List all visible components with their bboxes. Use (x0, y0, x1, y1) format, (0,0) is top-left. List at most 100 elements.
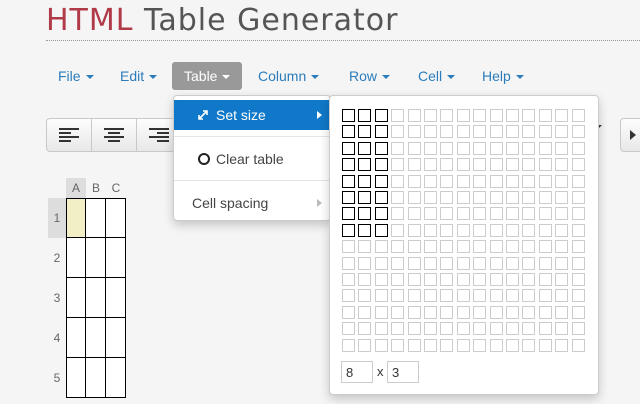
size-grid-cell[interactable] (374, 338, 388, 352)
size-grid-cell[interactable] (391, 256, 405, 270)
size-grid-cell[interactable] (456, 191, 470, 204)
size-grid-cell[interactable] (407, 305, 421, 319)
size-grid-cell[interactable] (522, 273, 536, 286)
size-grid-cell[interactable] (538, 191, 552, 204)
size-grid-cell[interactable] (424, 289, 437, 303)
size-grid-cell[interactable] (571, 158, 585, 172)
size-grid-cell[interactable] (506, 338, 519, 352)
size-grid-cell[interactable] (391, 240, 405, 254)
size-grid-cell[interactable] (358, 109, 372, 122)
size-grid-cell[interactable] (391, 289, 405, 303)
align-center-button[interactable] (91, 118, 137, 152)
size-grid-cell[interactable] (440, 158, 454, 172)
size-grid-cell[interactable] (538, 273, 552, 286)
size-grid-cell[interactable] (374, 223, 388, 237)
size-grid-cell[interactable] (407, 191, 421, 204)
size-grid-cell[interactable] (489, 174, 503, 188)
size-grid-cell[interactable] (424, 174, 437, 188)
size-grid-cell[interactable] (440, 191, 454, 204)
size-grid-cell[interactable] (407, 322, 421, 336)
table-cell-a4[interactable] (66, 318, 86, 358)
size-grid-cell[interactable] (506, 109, 519, 122)
size-grid-cell[interactable] (538, 256, 552, 270)
table-cell-a2[interactable] (66, 238, 86, 278)
size-grid-cell[interactable] (342, 174, 355, 188)
size-grid-cell[interactable] (506, 207, 519, 221)
size-grid-cell[interactable] (374, 141, 388, 155)
size-grid-cell[interactable] (374, 125, 388, 139)
size-grid-cell[interactable] (489, 109, 503, 122)
size-grid-cell[interactable] (456, 158, 470, 172)
size-grid-cell[interactable] (473, 305, 487, 319)
column-header-a[interactable]: A (66, 178, 86, 198)
size-grid-cell[interactable] (342, 141, 355, 155)
size-grid-cell[interactable] (456, 338, 470, 352)
size-grid-cell[interactable] (374, 191, 388, 204)
table-cell-b1[interactable] (86, 198, 106, 238)
size-grid-cell[interactable] (571, 109, 585, 122)
cols-input[interactable] (387, 361, 419, 383)
menu-help[interactable]: Help (470, 62, 536, 90)
size-grid-cell[interactable] (358, 141, 372, 155)
size-grid-cell[interactable] (555, 109, 569, 122)
size-grid-cell[interactable] (489, 338, 503, 352)
size-grid-cell[interactable] (538, 338, 552, 352)
size-grid-cell[interactable] (391, 141, 405, 155)
table-cell-a3[interactable] (66, 278, 86, 318)
size-grid-cell[interactable] (506, 158, 519, 172)
size-grid-cell[interactable] (555, 207, 569, 221)
size-grid-cell[interactable] (555, 174, 569, 188)
menu-item-set-size[interactable]: Set size (174, 100, 330, 130)
size-grid-cell[interactable] (456, 125, 470, 139)
size-grid-cell[interactable] (555, 223, 569, 237)
size-grid-cell[interactable] (456, 109, 470, 122)
size-grid-cell[interactable] (489, 256, 503, 270)
size-grid-cell[interactable] (489, 141, 503, 155)
size-grid-cell[interactable] (424, 191, 437, 204)
column-header-b[interactable]: B (86, 178, 106, 198)
size-grid-cell[interactable] (391, 109, 405, 122)
size-grid-cell[interactable] (407, 223, 421, 237)
size-grid-cell[interactable] (522, 109, 536, 122)
size-grid-cell[interactable] (342, 125, 355, 139)
size-grid-cell[interactable] (358, 338, 372, 352)
size-grid-cell[interactable] (342, 256, 355, 270)
size-grid-cell[interactable] (440, 109, 454, 122)
size-grid-cell[interactable] (473, 125, 487, 139)
size-grid-cell[interactable] (342, 338, 355, 352)
size-grid-cell[interactable] (506, 240, 519, 254)
size-grid-cell[interactable] (407, 338, 421, 352)
size-grid-cell[interactable] (391, 191, 405, 204)
menu-item-clear-table[interactable]: Clear table (174, 144, 330, 174)
size-grid-cell[interactable] (424, 322, 437, 336)
size-grid-cell[interactable] (538, 240, 552, 254)
size-grid-cell[interactable] (440, 223, 454, 237)
row-header-4[interactable]: 4 (48, 318, 66, 358)
size-grid-cell[interactable] (391, 322, 405, 336)
size-grid-cell[interactable] (374, 109, 388, 122)
size-grid-cell[interactable] (358, 305, 372, 319)
play-button[interactable] (620, 118, 640, 152)
size-grid-cell[interactable] (489, 273, 503, 286)
size-grid-cell[interactable] (456, 273, 470, 286)
size-grid-cell[interactable] (358, 240, 372, 254)
size-grid-cell[interactable] (571, 125, 585, 139)
size-grid-cell[interactable] (391, 125, 405, 139)
size-grid-cell[interactable] (342, 289, 355, 303)
size-grid-cell[interactable] (424, 240, 437, 254)
size-grid-cell[interactable] (358, 207, 372, 221)
table-cell-c2[interactable] (106, 238, 126, 278)
size-grid-cell[interactable] (342, 273, 355, 286)
size-grid-cell[interactable] (522, 223, 536, 237)
size-grid-cell[interactable] (440, 141, 454, 155)
size-grid-cell[interactable] (407, 240, 421, 254)
size-grid-cell[interactable] (489, 289, 503, 303)
size-grid-cell[interactable] (342, 223, 355, 237)
size-grid-cell[interactable] (489, 305, 503, 319)
size-grid-cell[interactable] (473, 338, 487, 352)
row-header-1[interactable]: 1 (48, 198, 66, 238)
size-grid-cell[interactable] (407, 174, 421, 188)
size-grid-cell[interactable] (538, 322, 552, 336)
size-grid-cell[interactable] (473, 289, 487, 303)
size-grid-cell[interactable] (473, 174, 487, 188)
